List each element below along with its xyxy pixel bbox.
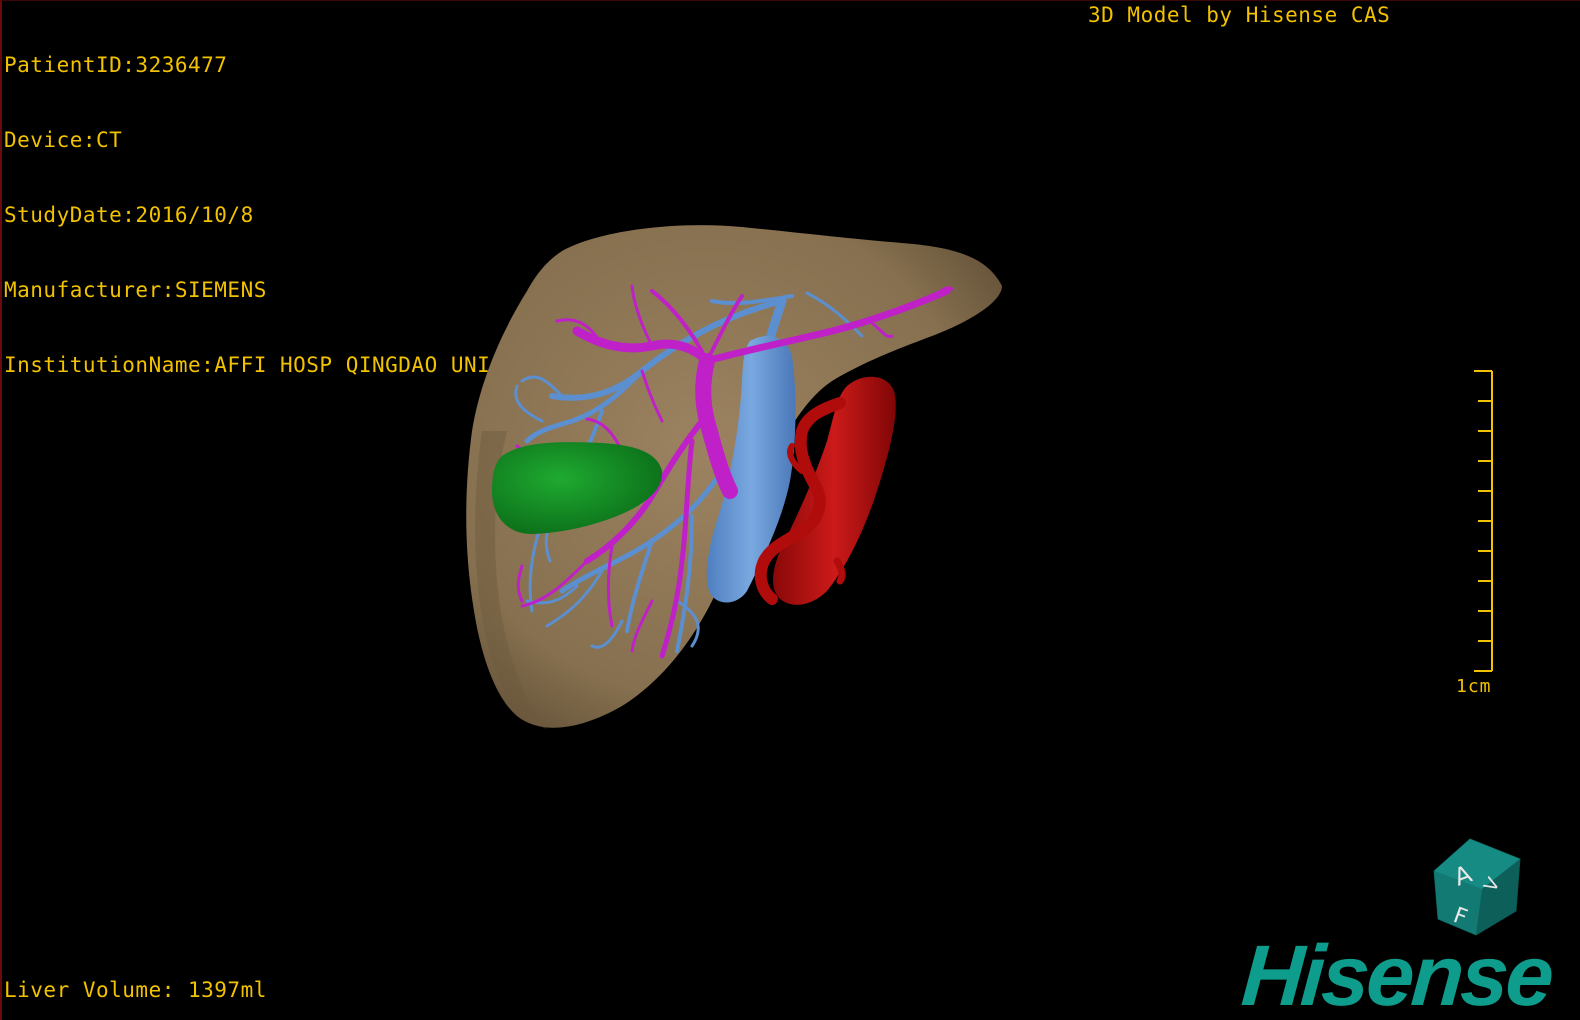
liver-volume-text: Liver Volume: 1397ml bbox=[4, 978, 267, 1002]
liver-3d-model[interactable] bbox=[2, 1, 1580, 1020]
hisense-logo: Hisense bbox=[1238, 928, 1555, 1020]
3d-viewport[interactable]: PatientID:3236477 Device:CT StudyDate:20… bbox=[0, 0, 1580, 1020]
orientation-cube[interactable]: A F V bbox=[1422, 831, 1532, 941]
scale-bar bbox=[1474, 370, 1493, 672]
scale-label: 1cm bbox=[1456, 676, 1492, 697]
